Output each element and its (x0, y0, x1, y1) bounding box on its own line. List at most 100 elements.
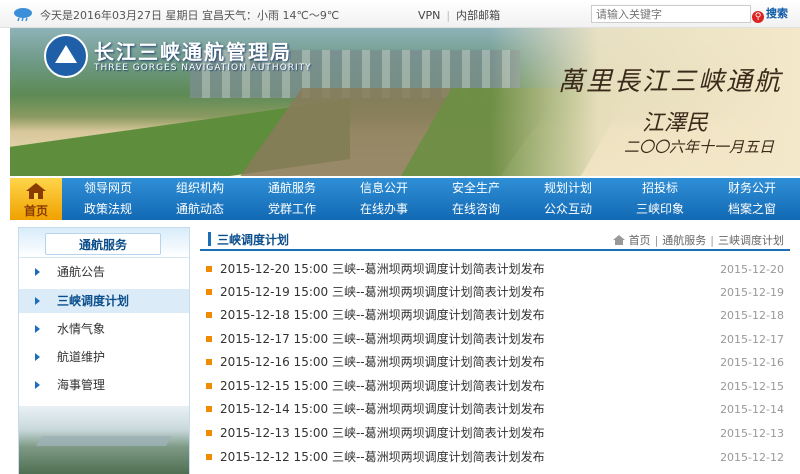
nav-item-archives[interactable]: 档案之窗 (706, 199, 798, 220)
arrow-right-icon (35, 268, 40, 276)
sidebar: 通航服务 通航公告 三峡调度计划 水情气象 航道维护 海事管理 (18, 227, 190, 474)
home-label: 首页 (23, 204, 48, 218)
sidebar-item-notices[interactable]: 通航公告 (19, 260, 189, 284)
list-item[interactable]: 2015-12-20 15:00 三峡--葛洲坝两坝调度计划简表计划发布 201… (200, 258, 790, 281)
list-item-link[interactable]: 2015-12-13 15:00 三峡--葛洲坝两坝调度计划简表计划发布 (220, 422, 545, 445)
search-icon: ⚲ (752, 11, 764, 23)
list-item-link[interactable]: 2015-12-15 15:00 三峡--葛洲坝两坝调度计划简表计划发布 (220, 375, 545, 398)
list-item[interactable]: 2015-12-13 15:00 三峡--葛洲坝两坝调度计划简表计划发布 201… (200, 422, 790, 445)
nav-item-finance[interactable]: 财务公开 (706, 178, 798, 199)
sidebar-item-maritime[interactable]: 海事管理 (19, 373, 189, 397)
calligraphy-signature: 江澤民 (642, 111, 709, 136)
content-header: 三峡调度计划 首页 | 通航服务 | 三峡调度计划 (200, 227, 790, 251)
list-item-link[interactable]: 2015-12-19 15:00 三峡--葛洲坝两坝调度计划简表计划发布 (220, 281, 545, 304)
list-item[interactable]: 2015-12-14 15:00 三峡--葛洲坝两坝调度计划简表计划发布 201… (200, 398, 790, 421)
list-item-link[interactable]: 2015-12-16 15:00 三峡--葛洲坝两坝调度计划简表计划发布 (220, 351, 545, 374)
nav-item-party-work[interactable]: 党群工作 (246, 199, 338, 220)
org-name-english: THREE GORGES NAVIGATION AUTHORITY (94, 63, 312, 73)
arrow-right-icon (35, 381, 40, 389)
vpn-link[interactable]: VPN (418, 9, 440, 22)
sidebar-item-schedule[interactable]: 三峡调度计划 (19, 289, 189, 313)
home-icon (612, 235, 625, 245)
org-name: 长江三峡通航管理局 (94, 40, 292, 64)
bullet-icon (206, 266, 212, 272)
nav-item-public-interaction[interactable]: 公众互动 (522, 199, 614, 220)
list-item-link[interactable]: 2015-12-20 15:00 三峡--葛洲坝两坝调度计划简表计划发布 (220, 258, 545, 281)
sidebar-item-channel[interactable]: 航道维护 (19, 345, 189, 369)
sidebar-item-label: 三峡调度计划 (57, 294, 130, 308)
arrow-right-icon (35, 325, 40, 333)
breadcrumb-current[interactable]: 三峡调度计划 (718, 234, 784, 247)
list-item[interactable]: 2015-12-17 15:00 三峡--葛洲坝两坝调度计划简表计划发布 201… (200, 328, 790, 351)
list-item[interactable]: 2015-12-18 15:00 三峡--葛洲坝两坝调度计划简表计划发布 201… (200, 304, 790, 327)
nav-item-safety[interactable]: 安全生产 (430, 178, 522, 199)
list-item-link[interactable]: 2015-12-12 15:00 三峡--葛洲坝两坝调度计划简表计划发布 (220, 446, 545, 469)
nav-item-navigation-news[interactable]: 通航动态 (154, 199, 246, 220)
nav-item-online-service[interactable]: 在线办事 (338, 199, 430, 220)
nav-grid: 领导网页 组织机构 通航服务 信息公开 安全生产 规划计划 招投标 财务公开 政… (62, 178, 800, 220)
list-item[interactable]: 2015-12-19 15:00 三峡--葛洲坝两坝调度计划简表计划发布 201… (200, 281, 790, 304)
calligraphy-date: 二〇〇六年十一月五日 (624, 138, 775, 156)
list-item-date: 2015-12-15 (720, 380, 784, 393)
bullet-icon (206, 406, 212, 412)
top-bar: 今天是2016年03月27日 星期日 宜昌天气：小雨 14℃～9℃ VPN | 内部… (0, 0, 800, 28)
list-item[interactable]: 2015-12-16 15:00 三峡--葛洲坝两坝调度计划简表计划发布 201… (200, 351, 790, 374)
page-title: 三峡调度计划 (217, 233, 290, 247)
arrow-right-icon (35, 297, 40, 305)
list-item-date: 2015-12-17 (720, 333, 784, 346)
top-links: VPN | 内部邮箱 (418, 7, 500, 23)
nav-item-planning[interactable]: 规划计划 (522, 178, 614, 199)
title-accent-bar (208, 232, 211, 246)
sidebar-item-label: 通航公告 (57, 265, 106, 279)
sidebar-item-label: 航道维护 (57, 350, 106, 364)
arrow-right-icon (35, 353, 40, 361)
rain-cloud-icon (14, 8, 32, 22)
bullet-icon (206, 454, 212, 460)
nav-item-three-gorges-impression[interactable]: 三峡印象 (614, 199, 706, 220)
list-item-date: 2015-12-20 (720, 263, 784, 276)
nav-item-navigation-service[interactable]: 通航服务 (246, 178, 338, 199)
nav-item-leaders[interactable]: 领导网页 (62, 178, 154, 199)
bullet-icon (206, 383, 212, 389)
sidebar-title: 通航服务 (45, 233, 161, 255)
list-item-date: 2015-12-13 (720, 427, 784, 440)
bullet-icon (206, 336, 212, 342)
date-weather-text: 今天是2016年03月27日 星期日 宜昌天气：小雨 14℃～9℃ (40, 9, 340, 22)
list-item-date: 2015-12-16 (720, 356, 784, 369)
calligraphy-inscription: 萬里長江三峡通航 (558, 67, 783, 97)
list-item[interactable]: 2015-12-15 15:00 三峡--葛洲坝两坝调度计划简表计划发布 201… (200, 375, 790, 398)
sidebar-header: 通航服务 (19, 228, 189, 258)
nav-item-organization[interactable]: 组织机构 (154, 178, 246, 199)
list-item-date: 2015-12-12 (720, 451, 784, 464)
authority-logo[interactable] (44, 34, 88, 78)
main-nav: 首页 领导网页 组织机构 通航服务 信息公开 安全生产 规划计划 招投标 财务公… (10, 178, 800, 220)
list-item-link[interactable]: 2015-12-17 15:00 三峡--葛洲坝两坝调度计划简表计划发布 (220, 328, 545, 351)
nav-item-info-disclosure[interactable]: 信息公开 (338, 178, 430, 199)
breadcrumb-separator: | (710, 234, 714, 247)
nav-item-online-consult[interactable]: 在线咨询 (430, 199, 522, 220)
search-button-label: 搜索 (766, 7, 788, 20)
bullet-icon (206, 289, 212, 295)
list-item-link[interactable]: 2015-12-18 15:00 三峡--葛洲坝两坝调度计划简表计划发布 (220, 304, 545, 327)
internal-mail-link[interactable]: 内部邮箱 (456, 9, 500, 22)
list-item-link[interactable]: 2015-12-14 15:00 三峡--葛洲坝两坝调度计划简表计划发布 (220, 398, 545, 421)
sidebar-item-label: 海事管理 (57, 378, 106, 392)
list-item-date: 2015-12-18 (720, 309, 784, 322)
sidebar-item-hydrology[interactable]: 水情气象 (19, 317, 189, 341)
list-item-date: 2015-12-14 (720, 403, 784, 416)
bullet-icon (206, 430, 212, 436)
breadcrumb-navigation-service[interactable]: 通航服务 (662, 234, 706, 247)
home-button[interactable]: 首页 (10, 178, 62, 220)
nav-item-policy[interactable]: 政策法规 (62, 199, 154, 220)
home-icon (26, 183, 46, 199)
search-button[interactable]: ⚲ 搜索 (752, 5, 792, 23)
search-input[interactable] (591, 5, 751, 23)
header-banner: 长江三峡通航管理局 THREE GORGES NAVIGATION AUTHOR… (10, 28, 800, 176)
bullet-icon (206, 312, 212, 318)
list-item-date: 2015-12-19 (720, 286, 784, 299)
nav-item-bidding[interactable]: 招投标 (614, 178, 706, 199)
breadcrumb-home[interactable]: 首页 (629, 234, 651, 247)
link-divider: | (446, 9, 451, 22)
bullet-icon (206, 359, 212, 365)
list-item[interactable]: 2015-12-12 15:00 三峡--葛洲坝两坝调度计划简表计划发布 201… (200, 446, 790, 469)
